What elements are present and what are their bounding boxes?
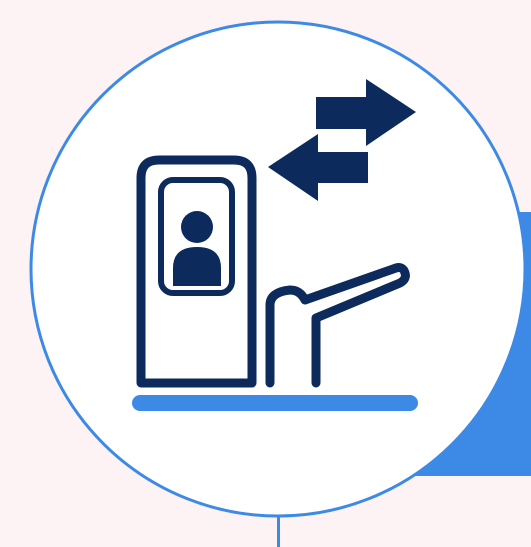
toll-gate-illustration — [29, 20, 531, 547]
icon-circle — [29, 20, 527, 518]
ground-line — [132, 395, 418, 411]
